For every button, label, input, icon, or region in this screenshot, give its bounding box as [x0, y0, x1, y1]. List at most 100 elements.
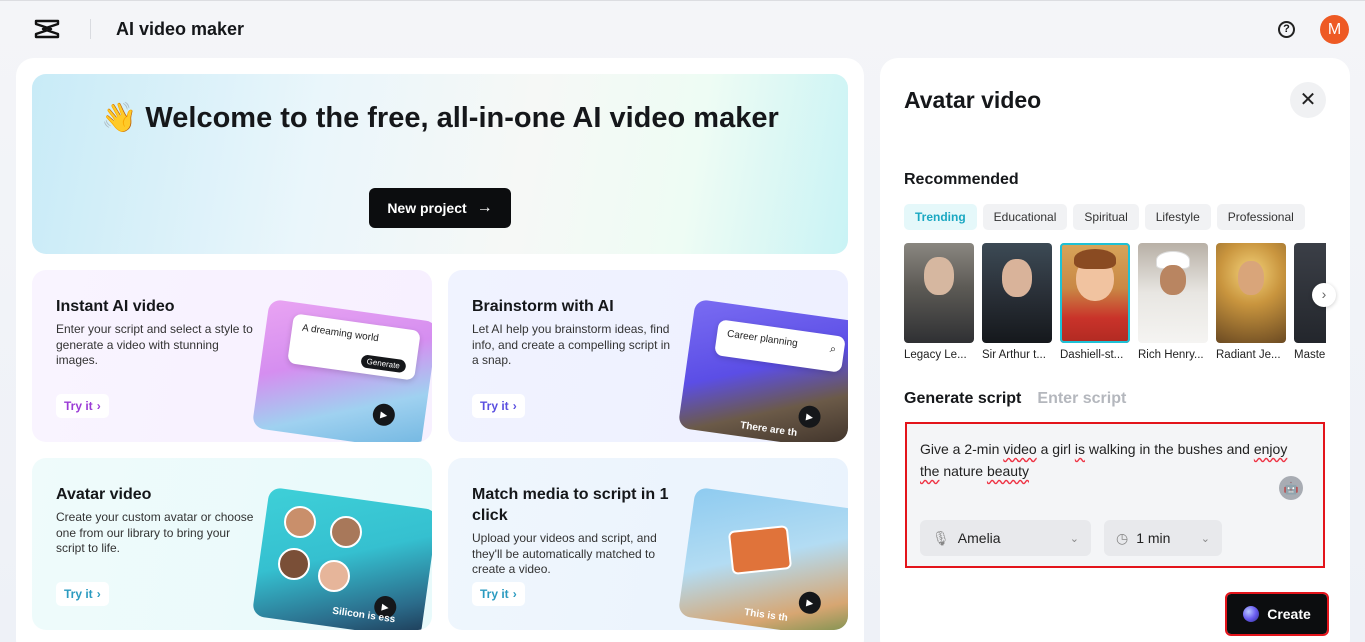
capcut-logo-icon[interactable] — [34, 18, 60, 40]
script-text-segment: walking in the bushes and — [1084, 441, 1254, 457]
script-text-segment: the — [920, 463, 940, 479]
ai-orb-icon — [1243, 606, 1260, 622]
avatar-carousel: Legacy Le... Sir Arthur t... Dashiell-st… — [904, 243, 1326, 368]
create-button[interactable]: Create — [1225, 592, 1329, 636]
chevron-right-icon: › — [512, 399, 517, 413]
card-title: Instant AI video — [56, 298, 175, 315]
chevron-right-icon: › — [1321, 286, 1327, 302]
avatar-name: Dashiell-st... — [1060, 349, 1124, 361]
script-tabs: Generate script Enter script — [904, 390, 1126, 408]
avatar-face-thumbnail — [278, 548, 310, 580]
avatar-option[interactable]: Dashiell-st... — [1060, 243, 1130, 361]
avatar-thumbnail — [1138, 243, 1208, 343]
avatar-face-thumbnail — [284, 506, 316, 538]
card-title: Match media to script in 1 click — [472, 486, 669, 524]
chevron-right-icon: › — [512, 587, 517, 601]
header-divider — [90, 19, 91, 39]
search-icon: ⌕ — [829, 343, 837, 356]
play-icon: ▶ — [371, 402, 397, 428]
duration-value: 1 min — [1136, 530, 1171, 546]
avatar-name: Maste — [1294, 349, 1326, 361]
avatar-thumbnail — [982, 243, 1052, 343]
avatar-name: Sir Arthur t... — [982, 349, 1046, 361]
script-text-segment: nature — [939, 463, 987, 479]
try-it-label: Try it — [480, 587, 509, 601]
media-thumbnail — [727, 524, 793, 576]
try-it-button[interactable]: Try it › — [472, 394, 525, 418]
chevron-right-icon: › — [96, 399, 101, 413]
script-textarea[interactable]: Give a 2-min video a girl is walking in … — [920, 438, 1310, 482]
category-chip-lifestyle[interactable]: Lifestyle — [1144, 204, 1211, 230]
chevron-down-icon: ⌄ — [1200, 532, 1210, 545]
avatar-option[interactable]: Sir Arthur t... — [982, 243, 1052, 361]
feature-card-match-media[interactable]: Match media to script in 1 click Upload … — [448, 458, 848, 630]
card-description: Enter your script and select a style to … — [56, 322, 253, 367]
left-panel: 👋 Welcome to the free, all-in-one AI vid… — [16, 58, 864, 642]
avatar-video-panel: Avatar video ✕ Recommended Trending Educ… — [880, 58, 1350, 642]
panel-title: Avatar video — [904, 87, 1042, 113]
card-title: Brainstorm with AI — [472, 298, 614, 315]
avatar-name: Legacy Le... — [904, 349, 967, 361]
avatar-thumbnail — [1216, 243, 1286, 343]
avatar-option[interactable]: Rich Henry... — [1138, 243, 1208, 361]
try-it-label: Try it — [480, 399, 509, 413]
feature-card-instant-ai-video[interactable]: Instant AI video Enter your script and s… — [32, 270, 432, 442]
try-it-label: Try it — [64, 399, 93, 413]
avatar-thumbnail — [1060, 243, 1130, 343]
chevron-right-icon: › — [96, 587, 101, 601]
new-project-button[interactable]: New project → — [369, 188, 511, 228]
arrow-right-icon: → — [476, 199, 493, 216]
prompt-chip-text: A dreaming world — [301, 322, 380, 345]
category-chip-professional[interactable]: Professional — [1216, 204, 1305, 230]
avatar-face-thumbnail — [318, 560, 350, 592]
tab-enter-script[interactable]: Enter script — [1037, 390, 1126, 408]
play-icon: ▶ — [797, 404, 822, 430]
category-chip-spiritual[interactable]: Spiritual — [1073, 204, 1139, 230]
close-icon: ✕ — [1299, 89, 1317, 111]
hero-title: 👋 Welcome to the free, all-in-one AI vid… — [32, 100, 848, 136]
create-label: Create — [1267, 606, 1311, 622]
category-chip-educational[interactable]: Educational — [982, 204, 1068, 230]
welcome-hero: 👋 Welcome to the free, all-in-one AI vid… — [32, 74, 848, 254]
script-input-box[interactable]: Give a 2-min video a girl is walking in … — [905, 422, 1325, 568]
tab-generate-script[interactable]: Generate script — [904, 390, 1021, 408]
script-text-segment: beauty — [986, 463, 1029, 479]
card-title: Avatar video — [56, 486, 152, 503]
script-text-segment: is — [1074, 441, 1085, 457]
script-text-segment: Give a 2-min — [920, 441, 1000, 457]
recommended-heading: Recommended — [904, 171, 1019, 188]
user-avatar[interactable]: M — [1320, 15, 1349, 44]
help-icon[interactable]: ? — [1278, 21, 1295, 38]
voice-value: Amelia — [957, 530, 1001, 546]
card-description: Create your custom avatar or choose one … — [56, 510, 254, 555]
try-it-button[interactable]: Try it › — [472, 582, 525, 606]
try-it-button[interactable]: Try it › — [56, 582, 109, 606]
chevron-down-icon: ⌄ — [1069, 532, 1079, 545]
feature-card-avatar-video[interactable]: Avatar video Create your custom avatar o… — [32, 458, 432, 630]
page-title: AI video maker — [116, 19, 245, 39]
carousel-next-button[interactable]: › — [1312, 283, 1336, 307]
category-chip-trending[interactable]: Trending — [904, 204, 977, 230]
voice-select[interactable]: 🎙 Amelia ⌄ — [920, 520, 1091, 556]
avatar-option[interactable]: Radiant Je... — [1216, 243, 1286, 361]
ai-assistant-icon[interactable]: 🤖 — [1279, 476, 1303, 500]
clock-icon: ◷ — [1116, 529, 1129, 546]
prompt-chip-text: Career planning — [726, 328, 799, 350]
card-description: Let AI help you brainstorm ideas, find i… — [472, 322, 671, 367]
category-chips: Trending Educational Spiritual Lifestyle… — [904, 204, 1326, 230]
close-button[interactable]: ✕ — [1290, 82, 1326, 118]
duration-select[interactable]: ◷ 1 min ⌄ — [1104, 520, 1222, 556]
avatar-name: Radiant Je... — [1216, 349, 1281, 361]
script-text-segment: enjoy — [1253, 441, 1288, 457]
waving-hand-icon: 👋 — [101, 102, 138, 134]
script-text-segment: a girl — [1036, 441, 1075, 457]
avatar-face-thumbnail — [330, 516, 362, 548]
try-it-button[interactable]: Try it › — [56, 394, 109, 418]
play-icon: ▶ — [797, 590, 823, 616]
card-illustration: ▶ — [677, 298, 848, 442]
try-it-label: Try it — [64, 587, 93, 601]
avatar-option[interactable]: Legacy Le... — [904, 243, 974, 361]
voice-icon: 🎙 — [932, 529, 950, 546]
script-text-segment: video — [1003, 441, 1037, 457]
feature-card-brainstorm[interactable]: Brainstorm with AI Let AI help you brain… — [448, 270, 848, 442]
